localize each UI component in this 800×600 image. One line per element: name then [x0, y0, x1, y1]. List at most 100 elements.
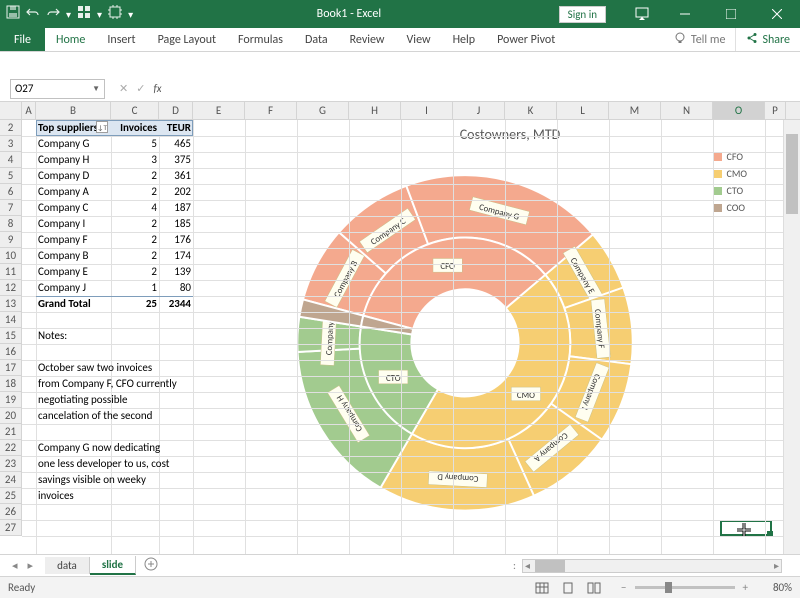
view-buttons[interactable]: [529, 578, 607, 598]
column-header-C[interactable]: C: [111, 102, 159, 119]
row-header-8[interactable]: 8: [0, 216, 22, 232]
column-header-J[interactable]: J: [453, 102, 505, 119]
chevron-down-icon[interactable]: ▼: [92, 84, 100, 94]
sheet-tab-data[interactable]: data: [45, 557, 90, 574]
sheet-nav[interactable]: ◂▸: [0, 559, 45, 572]
table-cell-invoices[interactable]: 2: [111, 168, 159, 183]
tab-view[interactable]: View: [396, 28, 442, 51]
maximize-button[interactable]: [708, 0, 754, 28]
note-line[interactable]: from Company F, CFO currently: [36, 376, 256, 391]
table-cell-company[interactable]: Company I: [36, 216, 111, 231]
column-header-M[interactable]: M: [609, 102, 661, 119]
grand-total-invoices[interactable]: 25: [111, 296, 159, 311]
formula-input[interactable]: [168, 79, 800, 99]
note-line[interactable]: cancelation of the second: [36, 408, 256, 423]
notes-label[interactable]: Notes:: [36, 328, 236, 343]
table-cell-invoices[interactable]: 2: [111, 248, 159, 263]
table-cell-teur[interactable]: 185: [159, 216, 193, 231]
table-cell-teur[interactable]: 202: [159, 184, 193, 199]
table-cell-teur[interactable]: 139: [159, 264, 193, 279]
tab-review[interactable]: Review: [339, 28, 396, 51]
row-header-5[interactable]: 5: [0, 168, 22, 184]
tab-power-pivot[interactable]: Power Pivot: [486, 28, 566, 51]
note-line[interactable]: invoices: [36, 488, 256, 503]
row-header-9[interactable]: 9: [0, 232, 22, 248]
close-button[interactable]: [754, 0, 800, 28]
column-header-O[interactable]: O: [713, 102, 765, 119]
table-cell-company[interactable]: Company H: [36, 152, 111, 167]
column-header-A[interactable]: A: [22, 102, 36, 119]
undo-icon[interactable]: [26, 5, 40, 23]
table-cell-company[interactable]: Company B: [36, 248, 111, 263]
note-line[interactable]: savings visible on weeky: [36, 472, 256, 487]
tab-page-layout[interactable]: Page Layout: [147, 28, 227, 51]
row-header-3[interactable]: 3: [0, 136, 22, 152]
note-line[interactable]: one less developer to us, cost: [36, 456, 256, 471]
column-header-G[interactable]: G: [297, 102, 349, 119]
table-header-teur[interactable]: TEUR: [159, 120, 193, 135]
row-header-18[interactable]: 18: [0, 376, 22, 392]
table-cell-teur[interactable]: 174: [159, 248, 193, 263]
tell-me[interactable]: Tell me: [663, 28, 736, 51]
plugin-icon[interactable]: [108, 5, 122, 23]
grand-total-label[interactable]: Grand Total: [36, 296, 111, 311]
tab-help[interactable]: Help: [442, 28, 487, 51]
select-all-corner[interactable]: [0, 102, 22, 119]
row-header-22[interactable]: 22: [0, 440, 22, 456]
row-header-2[interactable]: 2: [0, 120, 22, 136]
grid-area[interactable]: ABCDEFGHIJKLMNOP 23456789101112131415161…: [0, 102, 800, 554]
horizontal-scrollbar[interactable]: ◂▸: [522, 559, 782, 573]
table-header-invoices[interactable]: Invoices: [111, 120, 159, 135]
zoom-in-button[interactable]: +: [743, 581, 748, 594]
table-cell-teur[interactable]: 465: [159, 136, 193, 151]
sign-in-button[interactable]: Sign in: [559, 6, 606, 23]
table-cell-invoices[interactable]: 2: [111, 184, 159, 199]
row-header-7[interactable]: 7: [0, 200, 22, 216]
row-header-17[interactable]: 17: [0, 360, 22, 376]
share-button[interactable]: Share: [735, 28, 800, 51]
table-cell-teur[interactable]: 361: [159, 168, 193, 183]
column-header-N[interactable]: N: [661, 102, 713, 119]
cells[interactable]: Costowners, MTD Company BCompany CCompan…: [22, 120, 800, 554]
column-header-K[interactable]: K: [505, 102, 557, 119]
grand-total-teur[interactable]: 2344: [159, 296, 193, 311]
column-header-F[interactable]: F: [245, 102, 297, 119]
row-header-21[interactable]: 21: [0, 424, 22, 440]
row-header-10[interactable]: 10: [0, 248, 22, 264]
row-header-26[interactable]: 26: [0, 504, 22, 520]
zoom-out-button[interactable]: −: [621, 581, 626, 594]
sheet-tab-slide[interactable]: slide: [90, 556, 136, 575]
note-line[interactable]: October saw two invoices: [36, 360, 256, 375]
row-header-11[interactable]: 11: [0, 264, 22, 280]
column-header-H[interactable]: H: [349, 102, 401, 119]
row-headers[interactable]: 2345678910111213141516171819202122232425…: [0, 120, 22, 554]
tab-data[interactable]: Data: [294, 28, 339, 51]
table-cell-invoices[interactable]: 2: [111, 232, 159, 247]
table-cell-invoices[interactable]: 2: [111, 216, 159, 231]
table-cell-invoices[interactable]: 3: [111, 152, 159, 167]
filter-button-suppliers[interactable]: ↓T: [96, 121, 108, 133]
tab-formulas[interactable]: Formulas: [227, 28, 294, 51]
table-cell-company[interactable]: Company D: [36, 168, 111, 183]
redo-icon[interactable]: [46, 5, 60, 23]
new-sheet-button[interactable]: [136, 557, 166, 574]
table-cell-invoices[interactable]: 1: [111, 280, 159, 295]
tab-home[interactable]: Home: [45, 28, 96, 51]
table-cell-company[interactable]: Company J: [36, 280, 111, 295]
grid-icon[interactable]: [77, 5, 91, 23]
table-cell-teur[interactable]: 375: [159, 152, 193, 167]
column-header-D[interactable]: D: [159, 102, 193, 119]
qat-customize-icon[interactable]: ▾: [66, 8, 71, 21]
table-cell-company[interactable]: Company A: [36, 184, 111, 199]
table-cell-company[interactable]: Company E: [36, 264, 111, 279]
row-header-24[interactable]: 24: [0, 472, 22, 488]
column-headers[interactable]: ABCDEFGHIJKLMNOP: [0, 102, 800, 120]
table-cell-company[interactable]: Company F: [36, 232, 111, 247]
row-header-4[interactable]: 4: [0, 152, 22, 168]
row-header-27[interactable]: 27: [0, 520, 22, 536]
table-cell-company[interactable]: Company G: [36, 136, 111, 151]
column-header-L[interactable]: L: [557, 102, 609, 119]
save-icon[interactable]: [6, 5, 20, 23]
ribbon-display-options-icon[interactable]: [622, 7, 662, 21]
zoom-slider[interactable]: [635, 586, 735, 589]
